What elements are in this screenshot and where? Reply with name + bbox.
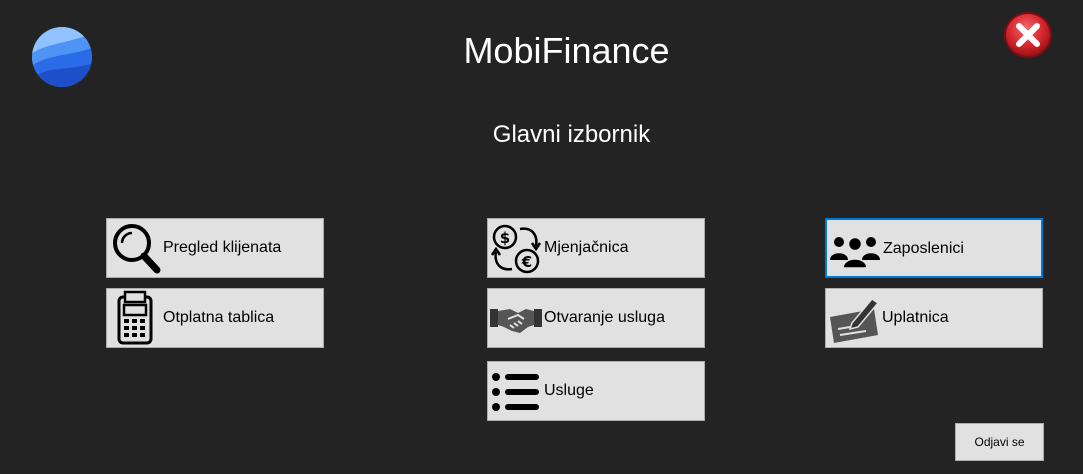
usluge-label: Usluge	[544, 382, 594, 399]
uplatnica-label: Uplatnica	[882, 309, 949, 326]
mjenjacnica-button[interactable]: $ € Mjenjačnica	[487, 218, 705, 278]
svg-text:€: €	[521, 253, 532, 271]
otvaranje-usluga-button[interactable]: Otvaranje usluga	[487, 288, 705, 348]
magnifier-icon	[113, 224, 161, 274]
mjenjacnica-label: Mjenjačnica	[544, 239, 629, 256]
app-title: MobiFinance	[463, 30, 670, 71]
zaposlenici-label: Zaposlenici	[883, 240, 964, 257]
close-icon[interactable]	[1002, 11, 1054, 59]
people-icon	[830, 236, 880, 269]
zaposlenici-button[interactable]: Zaposlenici	[825, 218, 1043, 278]
usluge-button[interactable]: Usluge	[487, 361, 705, 421]
otplatna-tablica-label: Otplatna tablica	[163, 309, 275, 326]
uplatnica-button[interactable]: Uplatnica	[825, 288, 1043, 348]
pregled-klijenata-button[interactable]: Pregled klijenata	[106, 218, 324, 278]
handshake-icon	[490, 309, 542, 333]
logout-button[interactable]: Odjavi se	[955, 423, 1044, 461]
list-icon	[492, 373, 539, 411]
otplatna-tablica-button[interactable]: Otplatna tablica	[106, 288, 324, 348]
page-subtitle: Glavni izbornik	[492, 121, 651, 148]
signed-form-icon	[830, 298, 880, 343]
svg-text:$: $	[500, 229, 510, 247]
calculator-icon	[117, 290, 153, 345]
currency-exchange-icon: $ €	[490, 224, 542, 274]
otvaranje-usluga-label: Otvaranje usluga	[544, 309, 665, 326]
main-menu-window: MobiFinance Glavni izbornik Pregled klij…	[0, 0, 1083, 474]
pregled-klijenata-label: Pregled klijenata	[163, 239, 282, 256]
